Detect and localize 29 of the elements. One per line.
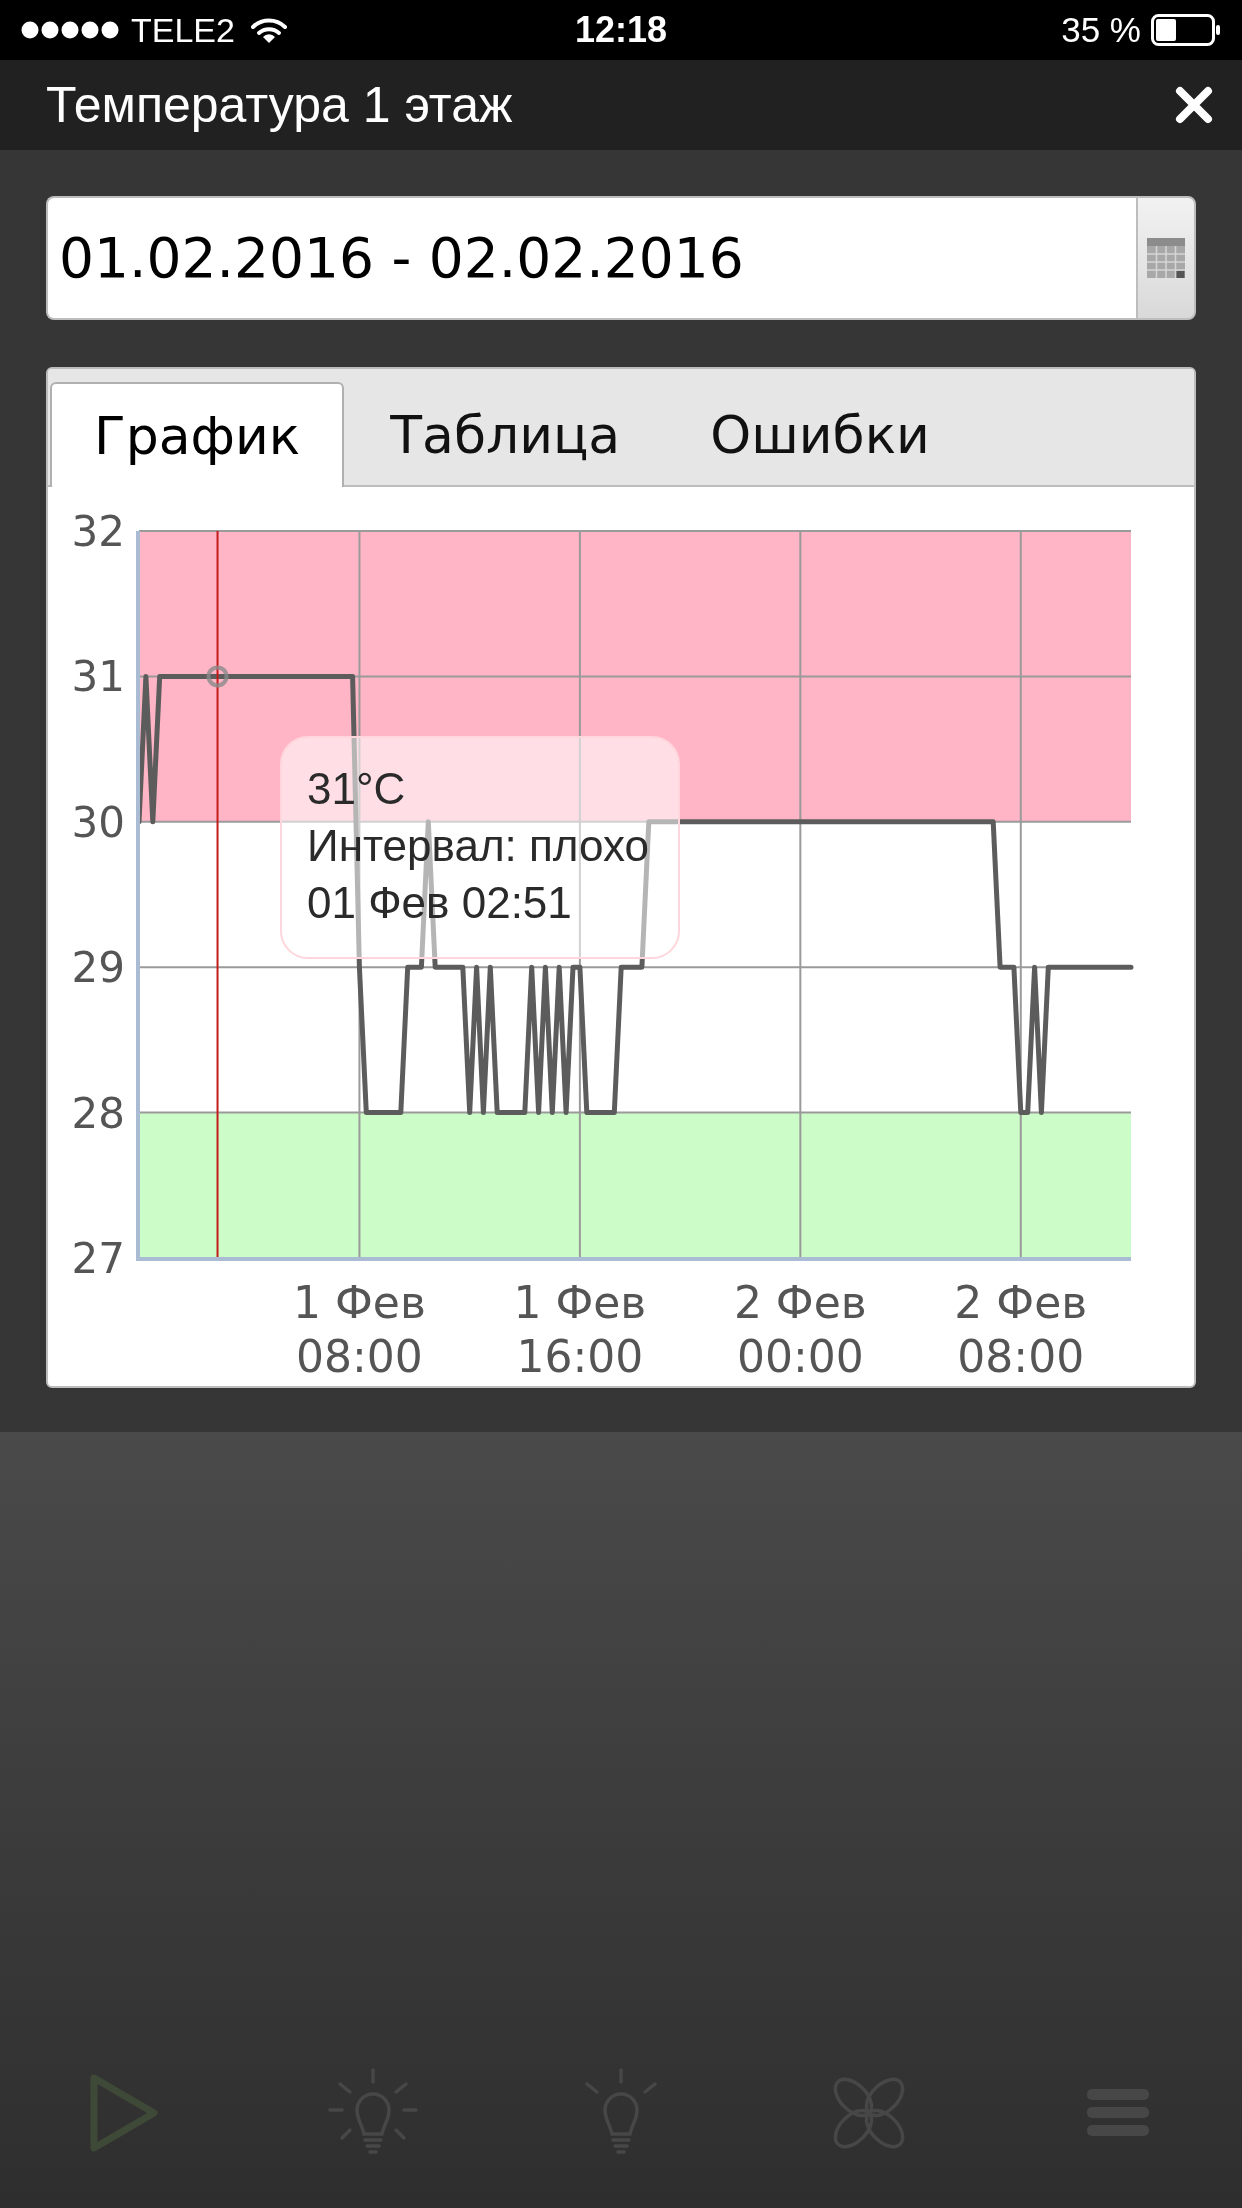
x-axis-label: 2 Фев 08:00 (953, 1276, 1089, 1384)
wifi-icon (250, 16, 287, 44)
y-axis-label: 28 (71, 1088, 125, 1138)
tooltip-line: 31°C (307, 763, 406, 815)
close-icon[interactable] (1175, 86, 1213, 124)
calendar-button[interactable] (1136, 196, 1196, 320)
x-axis-label: 2 Фев 00:00 (732, 1276, 868, 1384)
play-icon[interactable] (89, 2073, 160, 2153)
tab[interactable]: Ошибки (666, 382, 974, 487)
battery-percent: 35 % (1061, 8, 1141, 51)
signal-icon (21, 21, 121, 39)
y-axis-label: 29 (71, 943, 125, 993)
tooltip-line: Интервал: плохо (307, 820, 649, 872)
carrier-name: TELE2 (131, 9, 235, 51)
x-axis-label: 1 Фев 08:00 (292, 1276, 427, 1384)
window-title: Температура 1 этаж (46, 75, 513, 135)
y-axis-label: 32 (71, 507, 125, 556)
marker-icon (206, 665, 229, 688)
battery-icon (1151, 14, 1221, 46)
y-axis-label: 27 (71, 1234, 125, 1283)
tab[interactable]: Таблица (346, 382, 665, 487)
tooltip-line: 01 Фев 02:51 (307, 877, 572, 929)
y-axis-label: 31 (71, 652, 125, 702)
clock-time: 12:18 (574, 8, 668, 52)
calendar-icon (1147, 238, 1185, 278)
x-axis-label: 1 Фев 16:00 (512, 1276, 648, 1384)
y-axis-label: 30 (71, 797, 125, 847)
tab[interactable]: График (50, 382, 345, 487)
date-range-field[interactable]: 01.02.2016 - 02.02.2016 (46, 196, 1136, 320)
